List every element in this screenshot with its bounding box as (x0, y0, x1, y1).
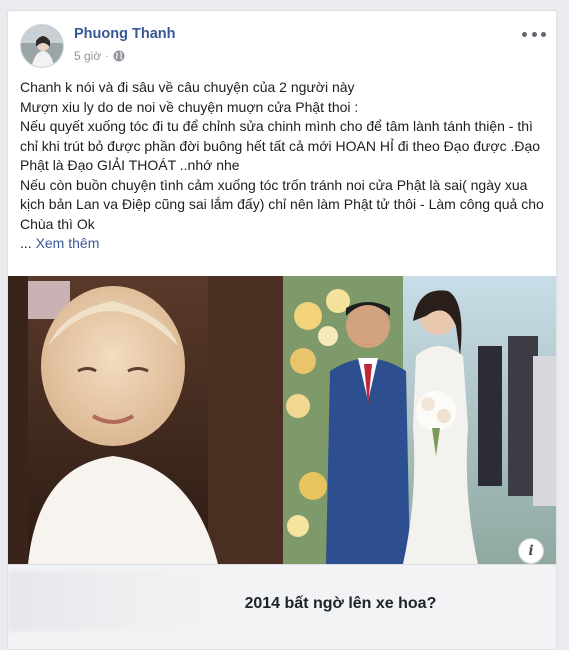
see-more-label[interactable]: Xem thêm (36, 235, 100, 251)
avatar[interactable] (20, 24, 64, 68)
see-more-ellipsis: ... (20, 235, 32, 251)
post-meta: 5 giờ · (74, 49, 125, 63)
post-image[interactable]: i (8, 276, 556, 564)
info-icon[interactable]: i (518, 538, 544, 564)
post-header: Phuong Thanh 5 giờ · (8, 11, 556, 73)
post-text-line: Chanh k nói và đi sâu về câu chuyện của … (20, 79, 355, 95)
post-text-line: Nếu quyết xuống tóc đi tu để chỉnh sửa c… (20, 118, 541, 173)
post-text: Chanh k nói và đi sâu về câu chuyện của … (20, 78, 550, 254)
link-preview[interactable]: người đẹp Hoa hậu Việt Nam 2014 bất ngờ … (8, 564, 556, 649)
post-text-line: Mượn xiu ly do de noi về chuyện muợn cửa… (20, 98, 359, 115)
post-image-graphic (8, 276, 556, 564)
author-name[interactable]: Phuong Thanh (74, 26, 175, 42)
blurred-overlay (8, 571, 244, 631)
globe-icon[interactable] (113, 50, 125, 62)
post-card: Phuong Thanh 5 giờ · Chanh k nói và đi s… (7, 10, 557, 650)
meta-separator: · (105, 50, 109, 62)
see-more-link[interactable]: ... Xem thêm (20, 234, 550, 254)
post-time[interactable]: 5 giờ (74, 49, 101, 63)
more-options-icon[interactable] (522, 27, 546, 41)
post-text-line: Nếu còn buồn chuyện tình cảm xuống tóc t… (20, 176, 544, 232)
